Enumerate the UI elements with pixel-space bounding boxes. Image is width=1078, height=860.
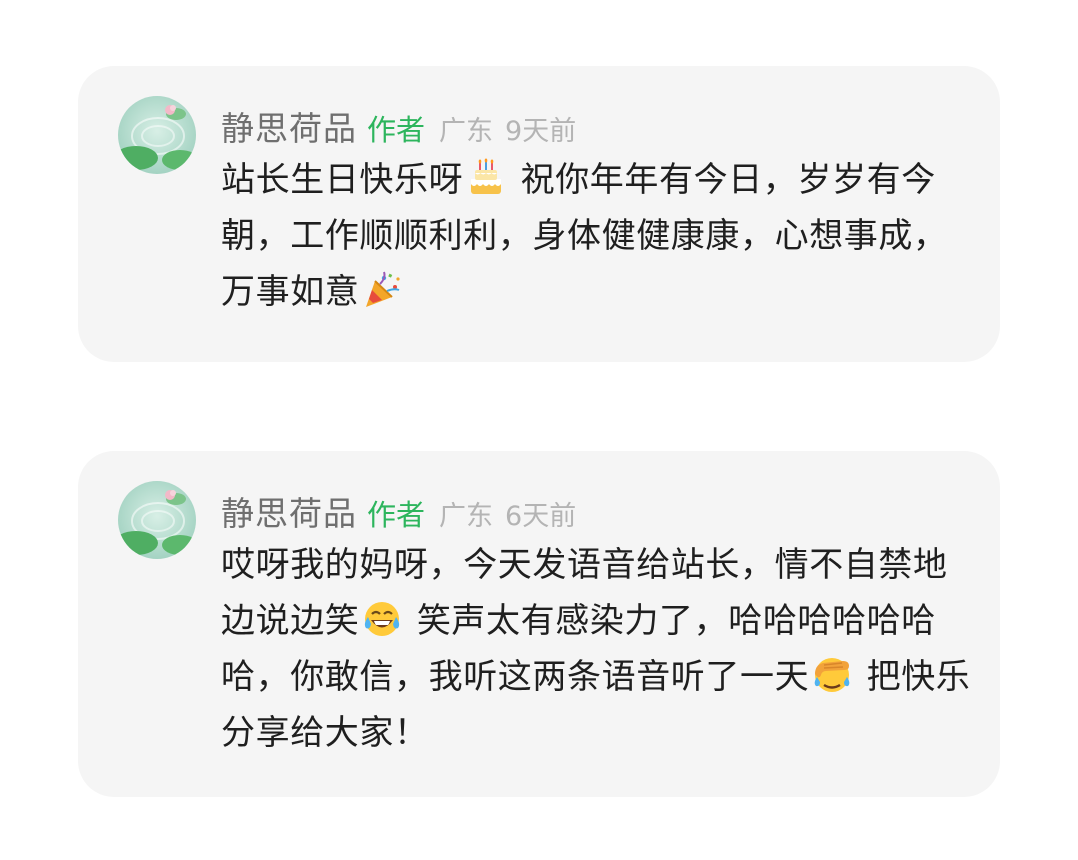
birthday-cake-icon	[466, 158, 506, 198]
author-badge: 作者	[367, 113, 426, 147]
avatar[interactable]	[118, 481, 196, 559]
location-label: 广东	[439, 501, 494, 532]
comment-meta: 静思荷品 作者 广东 9天前	[221, 102, 577, 148]
avatar[interactable]	[118, 96, 196, 174]
comment-meta: 静思荷品 作者 广东 6天前	[221, 487, 577, 533]
nickname[interactable]: 静思荷品	[221, 487, 357, 535]
location-label: 广东	[439, 116, 494, 147]
author-badge: 作者	[367, 498, 426, 532]
party-popper-icon	[362, 270, 402, 310]
comment-list: 静思荷品 作者 广东 9天前 站长生日快乐呀 祝你年年有今日，岁岁有今朝，工作顺…	[0, 0, 1078, 860]
comment-text[interactable]: 哎呀我的妈呀，今天发语音给站长，情不自禁地边说边笑 笑声太有感染力了，哈哈哈哈哈…	[221, 537, 971, 761]
comment-card[interactable]: 静思荷品 作者 广东 9天前 站长生日快乐呀 祝你年年有今日，岁岁有今朝，工作顺…	[78, 66, 1000, 362]
nickname[interactable]: 静思荷品	[221, 102, 357, 150]
tears-of-joy-icon	[362, 599, 402, 639]
timestamp: 6天前	[505, 501, 577, 532]
comment-text[interactable]: 站长生日快乐呀 祝你年年有今日，岁岁有今朝，工作顺顺利利，身体健健康康，心想事成…	[221, 152, 971, 320]
timestamp: 9天前	[505, 116, 577, 147]
comment-text-part: 站长生日快乐呀	[221, 160, 464, 200]
comment-card[interactable]: 静思荷品 作者 广东 6天前 哎呀我的妈呀，今天发语音给站长，情不自禁地边说边笑…	[78, 451, 1000, 797]
facepalm-laugh-icon	[812, 655, 852, 695]
